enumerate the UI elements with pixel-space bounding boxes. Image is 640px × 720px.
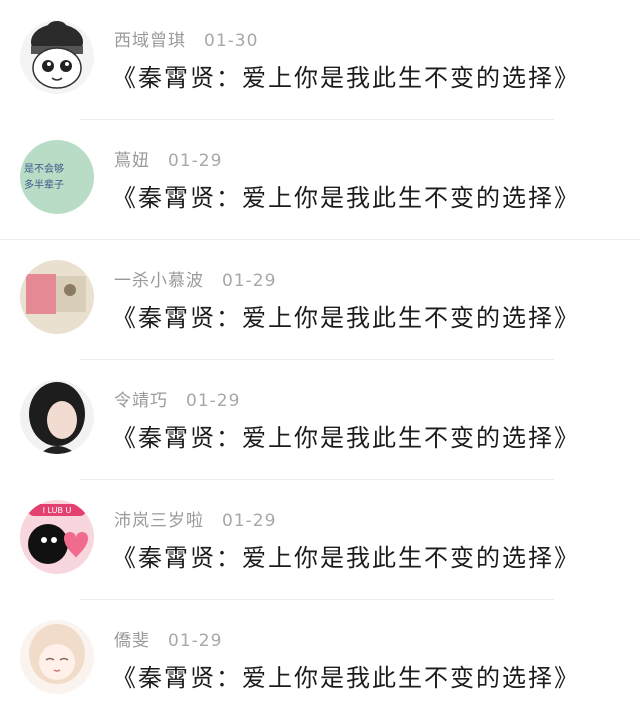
pink-photo-avatar-icon [20,260,94,334]
comment-feed: 西域曾琪 01-30 《秦霄贤：爱上你是我此生不变的选择》 是不会够 多半辈子 蔦… [0,0,640,715]
avatar-caption: 多半辈子 [24,178,64,191]
avatar[interactable] [20,260,94,334]
cartoon-boy-avatar-icon [20,20,94,94]
comment-text: 《秦霄贤：爱上你是我此生不变的选择》 [112,304,580,332]
comment-item[interactable]: 西域曾琪 01-30 《秦霄贤：爱上你是我此生不变的选择》 [0,0,640,120]
comment-item[interactable]: 僑斐 01-29 《秦霄贤：爱上你是我此生不变的选择》 [0,600,640,720]
username[interactable]: 蔦妞 [114,151,150,171]
comment-text: 《秦霄贤：爱上你是我此生不变的选择》 [112,664,580,692]
comment-item[interactable]: 是不会够 多半辈子 蔦妞 01-29 《秦霄贤：爱上你是我此生不变的选择》 [0,120,640,240]
avatar[interactable] [20,20,94,94]
timestamp: 01-29 [222,511,277,531]
pink-heart-avatar-icon: I LUB U [20,500,94,574]
comment-text: 《秦霄贤：爱上你是我此生不变的选择》 [112,424,580,452]
username[interactable]: 僑斐 [114,631,150,651]
timestamp: 01-29 [222,271,277,291]
avatar[interactable]: 是不会够 多半辈子 [20,140,94,214]
timestamp: 01-30 [204,31,259,51]
girl-photo-avatar-icon [20,380,94,454]
comment-item[interactable]: 一杀小慕波 01-29 《秦霄贤：爱上你是我此生不变的选择》 [0,240,640,360]
comment-text: 《秦霄贤：爱上你是我此生不变的选择》 [112,544,580,572]
timestamp: 01-29 [186,391,241,411]
avatar[interactable]: I LUB U [20,500,94,574]
comment-text: 《秦霄贤：爱上你是我此生不变的选择》 [112,184,580,212]
username[interactable]: 沛岚三岁啦 [114,511,204,531]
avatar-caption: 是不会够 [24,162,64,175]
comment-item[interactable]: I LUB U 沛岚三岁啦 01-29 《秦霄贤：爱上你是我此生不变的选择》 [0,480,640,600]
avatar[interactable] [20,620,94,694]
anime-girl-avatar-icon [20,620,94,694]
green-text-avatar-icon: 是不会够 多半辈子 [20,140,94,214]
timestamp: 01-29 [168,151,223,171]
username[interactable]: 一杀小慕波 [114,271,204,291]
comment-item[interactable]: 令靖巧 01-29 《秦霄贤：爱上你是我此生不变的选择》 [0,360,640,480]
username[interactable]: 令靖巧 [114,391,168,411]
comment-text: 《秦霄贤：爱上你是我此生不变的选择》 [112,64,580,92]
avatar-caption: I LUB U [43,506,72,515]
avatar[interactable] [20,380,94,454]
timestamp: 01-29 [168,631,223,651]
username[interactable]: 西域曾琪 [114,31,186,51]
